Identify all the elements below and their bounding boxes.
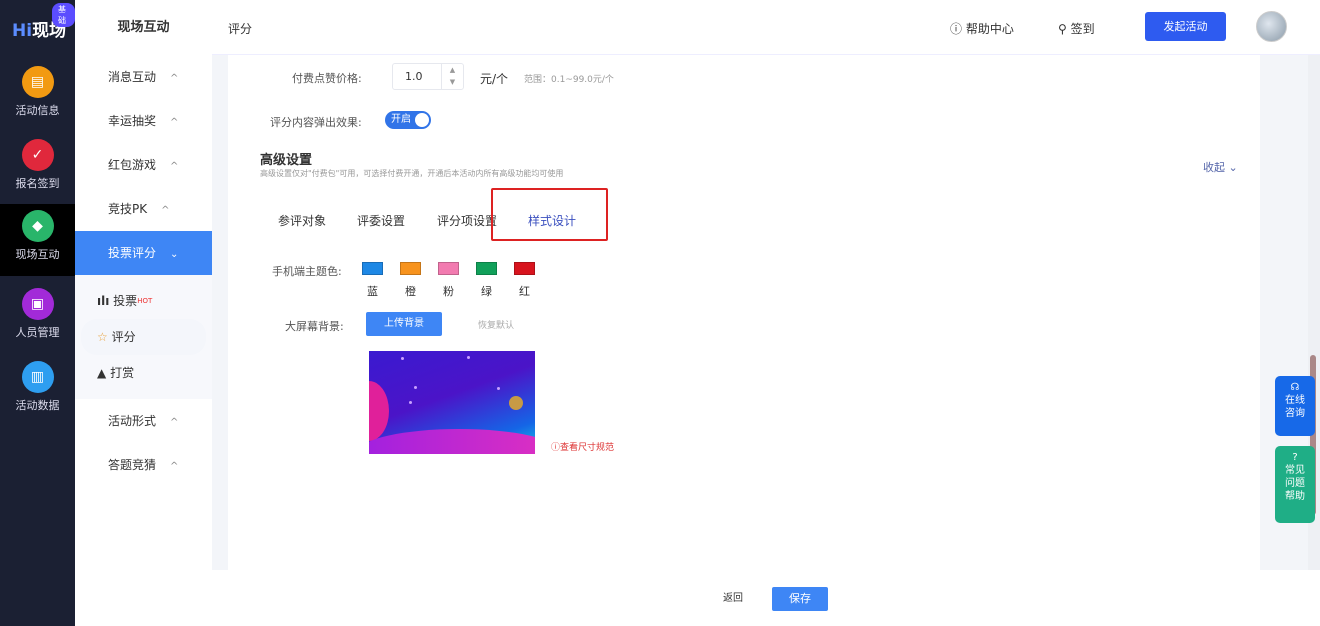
location-icon: ⚲ [1058, 22, 1067, 36]
secondary-sidebar: 现场互动 消息互动^ 幸运抽奖^ 红包游戏^ 竞技PK^ 投票评分⌄ ılı 投… [75, 0, 212, 626]
tab-participants[interactable]: 参评对象 [278, 212, 326, 229]
theme-name: 蓝 [367, 283, 378, 299]
stepper-arrows-icon[interactable]: ▲▼ [441, 64, 463, 89]
size-spec-link[interactable]: ⓘ查看尺寸规范 [551, 440, 614, 453]
signin-link[interactable]: ⚲ 签到 [1058, 20, 1095, 37]
price-label: 付费点赞价格: [292, 70, 362, 86]
theme-name: 粉 [443, 283, 454, 299]
avatar[interactable] [1256, 11, 1287, 42]
sidebar-group-vote-score[interactable]: 投票评分⌄ [75, 231, 212, 275]
theme-name: 橙 [405, 283, 416, 299]
launch-activity-button[interactable]: 发起活动 [1145, 12, 1226, 41]
sidebar-group[interactable]: 活动形式^ [75, 399, 212, 443]
theme-swatch-orange[interactable] [400, 262, 421, 275]
theme-swatch-blue[interactable] [362, 262, 383, 275]
main-nav-rail: Hi现场 基础 ▤活动信息 ✓报名签到 ◆现场互动 ▣人员管理 ▥活动数据 [0, 0, 75, 626]
sidebar-group[interactable]: 消息互动^ [75, 55, 212, 99]
info-icon: ⓘ [551, 443, 560, 453]
rail-label: 报名签到 [16, 177, 60, 190]
chevron-up-icon: ^ [170, 117, 178, 128]
rail-item-people[interactable]: ▣ 人员管理 [0, 282, 75, 354]
theme-swatch-pink[interactable] [438, 262, 459, 275]
collapse-toggle[interactable]: 收起 ⌄ [1203, 159, 1238, 175]
rail-item-signup[interactable]: ✓ 报名签到 [0, 133, 75, 205]
sidebar-group[interactable]: 红包游戏^ [75, 143, 212, 187]
highlight-box [491, 188, 608, 241]
price-hint: 范围：0.1~99.0元/个 [524, 72, 614, 85]
price-unit: 元/个 [480, 70, 508, 87]
sidebar-group[interactable]: 答题竞猜^ [75, 443, 212, 487]
page-title: 评分 [228, 20, 252, 37]
hot-badge: HOT [137, 297, 152, 305]
question-icon: ? [1275, 451, 1315, 464]
interaction-icon: ◆ [22, 210, 54, 242]
tab-score-items[interactable]: 评分项设置 [437, 212, 497, 229]
upload-background-button[interactable]: 上传背景 [366, 312, 442, 336]
theme-swatch-green[interactable] [476, 262, 497, 275]
rail-item-data[interactable]: ▥ 活动数据 [0, 355, 75, 427]
reset-default-link[interactable]: 恢复默认 [478, 318, 514, 331]
chart-icon: ▥ [22, 361, 54, 393]
bar-chart-icon: ılı [97, 294, 109, 308]
chevron-up-icon: ^ [170, 461, 178, 472]
chevron-up-icon: ^ [170, 417, 178, 428]
rail-label: 现场互动 [16, 248, 60, 261]
chevron-up-icon: ^ [170, 73, 178, 84]
plan-badge: 基础 [52, 3, 75, 27]
drop-icon: ▲ [97, 366, 106, 380]
back-button[interactable]: 返回 [711, 587, 755, 611]
tab-judges[interactable]: 评委设置 [357, 212, 405, 229]
checkin-icon: ✓ [22, 139, 54, 171]
rail-label: 人员管理 [16, 326, 60, 339]
footer-bar: 返回 保存 [212, 570, 1320, 626]
theme-swatch-red[interactable] [514, 262, 535, 275]
help-center-link[interactable]: ⓘ 帮助中心 [950, 20, 1014, 37]
rail-item-activity-info[interactable]: ▤ 活动信息 [0, 60, 75, 132]
sidebar-item-reward[interactable]: ▲ 打赏 [81, 355, 206, 391]
sidebar-item-score[interactable]: ☆ 评分 [81, 319, 206, 355]
document-icon: ▤ [22, 66, 54, 98]
price-stepper[interactable]: 1.0▲▼ [392, 63, 464, 90]
bg-label: 大屏幕背景: [285, 318, 344, 334]
sidebar-group[interactable]: 竞技PK^ [75, 187, 212, 231]
chevron-up-icon: ^ [170, 161, 178, 172]
star-icon: ☆ [97, 330, 108, 344]
theme-name: 红 [519, 283, 530, 299]
headset-icon: ☊ [1275, 381, 1315, 394]
popup-toggle[interactable]: 开启 [385, 111, 431, 129]
rail-label: 活动数据 [16, 399, 60, 412]
theme-name: 绿 [481, 283, 492, 299]
top-header: 评分 ⓘ 帮助中心 ⚲ 签到 发起活动 [212, 0, 1320, 55]
info-icon: ⓘ [950, 22, 962, 36]
faq-button[interactable]: ?常见问题帮助 [1275, 446, 1315, 523]
sidebar-group[interactable]: 幸运抽奖^ [75, 99, 212, 143]
rail-label: 活动信息 [16, 104, 60, 117]
person-icon: ▣ [22, 288, 54, 320]
theme-label: 手机端主题色: [272, 263, 342, 279]
save-button[interactable]: 保存 [772, 587, 828, 611]
online-consult-button[interactable]: ☊在线咨询 [1275, 376, 1315, 436]
chevron-up-icon: ^ [161, 205, 169, 216]
rail-item-live-interaction[interactable]: ◆ 现场互动 [0, 204, 75, 276]
chevron-down-icon: ⌄ [170, 249, 178, 260]
advanced-title: 高级设置 [260, 149, 312, 168]
popup-label: 评分内容弹出效果: [270, 114, 362, 130]
sidebar-item-vote[interactable]: ılı 投票HOT [81, 283, 206, 319]
advanced-desc: 高级设置仅对"付费包"可用，可选择付费开通，开通后本活动内所有高级功能均可使用 [260, 168, 563, 179]
background-preview-image [369, 351, 535, 454]
sidebar-title: 现场互动 [75, 0, 212, 55]
